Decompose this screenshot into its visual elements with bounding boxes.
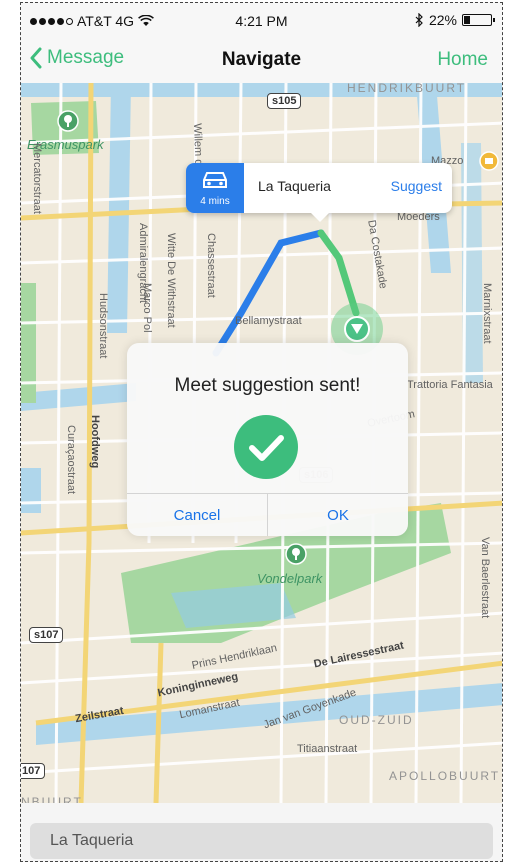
battery-status: 22% xyxy=(415,12,495,28)
checkmark-icon xyxy=(234,415,298,479)
confirmation-alert: Meet suggestion sent! Cancel OK xyxy=(127,343,408,536)
destination-field[interactable]: La Taqueria xyxy=(30,823,493,859)
bottom-bar: La Taqueria xyxy=(21,803,502,861)
bluetooth-icon xyxy=(415,13,423,27)
navigation-bar: Message Navigate Home xyxy=(21,39,502,81)
home-button[interactable]: Home xyxy=(437,49,488,71)
alert-buttons: Cancel OK xyxy=(127,493,408,536)
page-title: Navigate xyxy=(221,49,302,70)
battery-percent: 22% xyxy=(428,12,457,28)
phone-frame: AT&T 4G 4:21 PM 22% Message Navigate Hom… xyxy=(20,2,503,862)
ok-button[interactable]: OK xyxy=(268,494,408,536)
status-bar: AT&T 4G 4:21 PM 22% xyxy=(21,3,502,39)
battery-icon xyxy=(462,14,495,26)
alert-message: Meet suggestion sent! xyxy=(174,375,361,396)
cancel-button[interactable]: Cancel xyxy=(127,494,268,536)
